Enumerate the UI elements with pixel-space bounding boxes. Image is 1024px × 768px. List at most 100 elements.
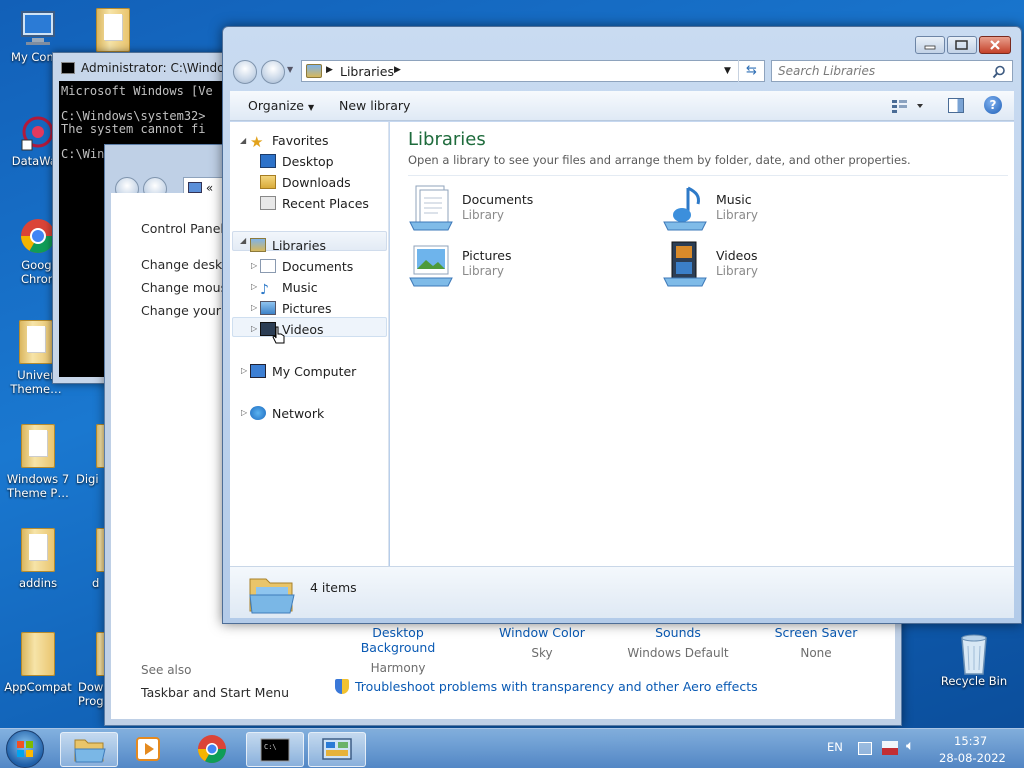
option-title: Window Color xyxy=(499,625,585,640)
library-pictures[interactable]: Pictures Library xyxy=(408,240,648,290)
collapse-arrow-icon[interactable]: ▷ xyxy=(251,324,257,333)
collapse-arrow-icon[interactable]: ▷ xyxy=(251,261,257,270)
clock-date[interactable]: 28-08-2022 xyxy=(939,751,1006,765)
new-library-button[interactable]: New library xyxy=(339,98,410,113)
nav-label: Documents xyxy=(282,259,354,274)
nav-my-computer[interactable]: My Computer xyxy=(250,364,356,379)
organize-button[interactable]: Organize ▼ xyxy=(248,98,314,113)
music-icon: ♪ xyxy=(260,282,269,298)
option-value: Windows Default xyxy=(627,646,729,660)
desktop-icon-label: Digi xyxy=(76,472,99,486)
nav-libraries[interactable]: Libraries xyxy=(250,238,326,253)
troubleshoot-link[interactable]: Troubleshoot problems with transparency … xyxy=(335,679,758,694)
nav-videos[interactable]: Videos xyxy=(260,322,324,337)
option-desktop-background[interactable]: Desktop Background Harmony xyxy=(333,625,463,675)
restore-icon xyxy=(955,40,968,50)
close-button[interactable] xyxy=(979,36,1011,54)
taskbar-media-player-button[interactable] xyxy=(120,732,178,767)
language-indicator[interactable]: EN xyxy=(827,740,843,754)
collapse-arrow-icon[interactable]: ▷ xyxy=(241,366,247,375)
desktop-icon-appcompat[interactable]: AppCompat xyxy=(2,632,74,694)
nav-label: Pictures xyxy=(282,301,332,316)
breadcrumb-arrow-icon: ▶ xyxy=(394,65,401,75)
expand-arrow-icon[interactable]: ◢ xyxy=(240,236,246,245)
library-videos[interactable]: Videos Library xyxy=(662,240,902,290)
start-button[interactable] xyxy=(6,730,44,768)
option-value: Harmony xyxy=(370,661,426,675)
explorer-window[interactable]: ▼ ▶ Libraries ▶ ▼ ⇆ Search Libraries Org… xyxy=(222,26,1022,624)
network-status-icon[interactable] xyxy=(882,741,898,755)
expand-arrow-icon[interactable]: ◢ xyxy=(240,136,246,145)
nav-label: Libraries xyxy=(272,238,326,253)
option-sounds[interactable]: Sounds Windows Default xyxy=(613,625,743,660)
nav-label: Downloads xyxy=(282,175,351,190)
cmd-titlebar[interactable]: Administrator: C:\Windows xyxy=(53,53,241,83)
taskbar-control-panel-button[interactable] xyxy=(308,732,366,767)
cp-link-mouse[interactable]: Change mouse xyxy=(141,280,235,295)
taskbar-cmd-button[interactable]: C:\ xyxy=(246,732,304,767)
pictures-library-icon xyxy=(409,245,453,287)
address-bar[interactable]: ▶ Libraries ▶ ▼ ⇆ xyxy=(301,60,765,82)
nav-music[interactable]: ♪ Music xyxy=(260,280,318,298)
close-icon xyxy=(990,40,1000,50)
search-input[interactable]: Search Libraries xyxy=(771,60,1013,82)
control-panel-icon xyxy=(322,738,352,760)
folder-icon xyxy=(74,739,106,763)
action-center-icon[interactable] xyxy=(858,742,872,755)
taskbar-chrome-button[interactable] xyxy=(184,732,242,767)
nav-label: Desktop xyxy=(282,154,334,169)
collapse-arrow-icon[interactable]: ▷ xyxy=(251,303,257,312)
desktop-icon-folder[interactable] xyxy=(78,8,148,56)
organize-label: Organize xyxy=(248,98,304,113)
recent-pages-icon[interactable]: ▼ xyxy=(287,65,293,74)
search-placeholder: Search Libraries xyxy=(778,64,876,78)
nav-favorites[interactable]: ★ Favorites xyxy=(250,133,328,151)
volume-icon[interactable]: 🔈︎ xyxy=(906,738,914,754)
desktop-icon-recycle-bin[interactable]: Recycle Bin xyxy=(938,632,1010,688)
nav-label: Music xyxy=(282,280,318,295)
nav-documents[interactable]: Documents xyxy=(260,259,353,274)
library-documents[interactable]: Documents Library xyxy=(408,184,648,234)
library-type: Library xyxy=(462,264,504,278)
nav-downloads[interactable]: Downloads xyxy=(260,175,351,190)
nav-network[interactable]: Network xyxy=(250,406,324,421)
folder-icon xyxy=(96,8,130,52)
address-dropdown-icon[interactable]: ▼ xyxy=(724,66,731,76)
library-music[interactable]: Music Library xyxy=(662,184,902,234)
library-name: Videos xyxy=(716,248,758,263)
back-button[interactable] xyxy=(233,60,257,84)
address-libraries[interactable]: Libraries xyxy=(340,64,394,79)
nav-pictures[interactable]: Pictures xyxy=(260,301,332,316)
chevron-down-icon: ▼ xyxy=(307,103,315,112)
command-bar: Organize ▼ New library ? xyxy=(230,91,1014,121)
taskbar-explorer-button[interactable] xyxy=(60,732,118,767)
forward-button[interactable] xyxy=(261,60,285,84)
clock-time[interactable]: 15:37 xyxy=(954,734,987,748)
refresh-button[interactable]: ⇆ xyxy=(738,60,764,82)
desktop-icon-digi[interactable]: Digi xyxy=(76,424,108,486)
nav-label: My Computer xyxy=(272,364,357,379)
folder-icon xyxy=(21,528,55,572)
option-screen-saver[interactable]: Screen Saver None xyxy=(751,625,881,660)
help-button[interactable]: ? xyxy=(984,96,1002,114)
desktop-icon-windows7-theme[interactable]: Windows 7 Theme P… xyxy=(2,424,74,500)
cmd-icon xyxy=(61,62,75,74)
pictures-icon xyxy=(260,301,276,315)
preview-pane-button[interactable] xyxy=(948,98,964,113)
collapse-arrow-icon[interactable]: ▷ xyxy=(251,282,257,291)
nav-desktop[interactable]: Desktop xyxy=(260,154,334,169)
maximize-button[interactable] xyxy=(947,36,977,54)
search-icon xyxy=(992,65,1005,79)
desktop-icon-download-prog[interactable]: Dow Prog xyxy=(78,632,106,708)
collapse-arrow-icon[interactable]: ▷ xyxy=(241,408,247,417)
library-name: Music xyxy=(716,192,752,207)
taskbar-start-menu-link[interactable]: Taskbar and Start Menu xyxy=(141,685,289,700)
option-window-color[interactable]: Window Color Sky xyxy=(477,625,607,660)
chrome-icon xyxy=(198,735,226,763)
change-view-button[interactable] xyxy=(890,98,926,114)
desktop-icon-addins[interactable]: addins xyxy=(2,528,74,590)
option-title: Desktop Background xyxy=(360,625,436,655)
nav-recent-places[interactable]: Recent Places xyxy=(260,196,369,211)
library-name: Documents xyxy=(462,192,534,207)
minimize-button[interactable] xyxy=(915,36,945,54)
